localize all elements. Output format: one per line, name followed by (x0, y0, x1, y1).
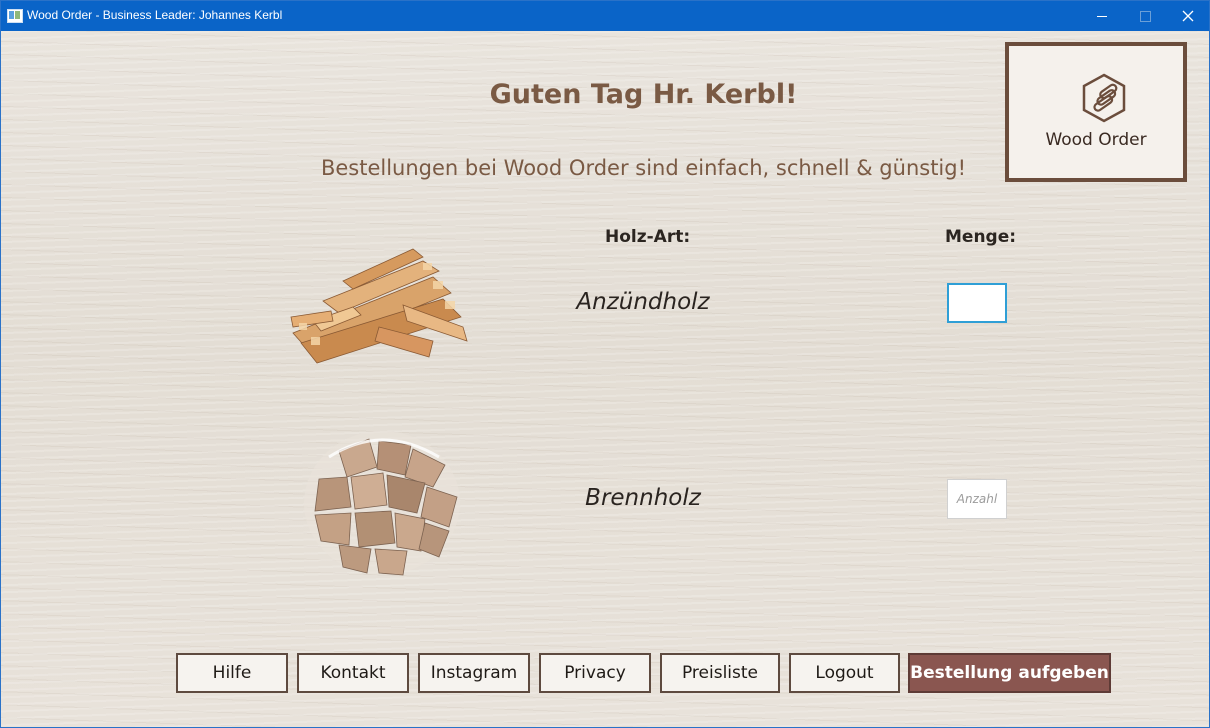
kindling-pile-image (290, 248, 468, 364)
minimize-icon (1097, 15, 1107, 17)
window-title: Wood Order - Business Leader: Johannes K… (27, 8, 283, 22)
logo-text: Wood Order (1045, 130, 1147, 150)
main-content: Guten Tag Hr. Kerbl! Bestellungen bei Wo… (1, 31, 1209, 727)
firewood-bundle-image (304, 431, 460, 576)
quantity-header: Menge: (945, 227, 1017, 247)
place-order-button[interactable]: Bestellung aufgeben (908, 653, 1111, 693)
contact-button[interactable]: Kontakt (297, 653, 409, 693)
pricelist-button[interactable]: Preisliste (660, 653, 780, 693)
wood-order-logo: Wood Order (1005, 42, 1187, 182)
firewood-quantity-input[interactable] (947, 479, 1007, 519)
logs-hexagon-icon (1082, 73, 1126, 123)
app-window: Wood Order - Business Leader: Johannes K… (0, 0, 1210, 728)
close-button[interactable] (1166, 1, 1209, 31)
item-name-firewood: Brennholz (585, 485, 701, 511)
help-button[interactable]: Hilfe (176, 653, 288, 693)
instagram-button[interactable]: Instagram (418, 653, 530, 693)
wood-type-header: Holz-Art: (605, 227, 691, 247)
logout-button[interactable]: Logout (789, 653, 900, 693)
maximize-icon (1139, 10, 1151, 22)
minimize-button[interactable] (1080, 1, 1124, 31)
app-icon (7, 9, 23, 23)
kindling-quantity-input[interactable] (947, 283, 1007, 323)
item-name-kindling: Anzündholz (576, 289, 710, 315)
maximize-button[interactable] (1123, 1, 1167, 31)
privacy-button[interactable]: Privacy (539, 653, 651, 693)
close-icon (1182, 10, 1194, 22)
title-bar[interactable]: Wood Order - Business Leader: Johannes K… (1, 1, 1209, 31)
